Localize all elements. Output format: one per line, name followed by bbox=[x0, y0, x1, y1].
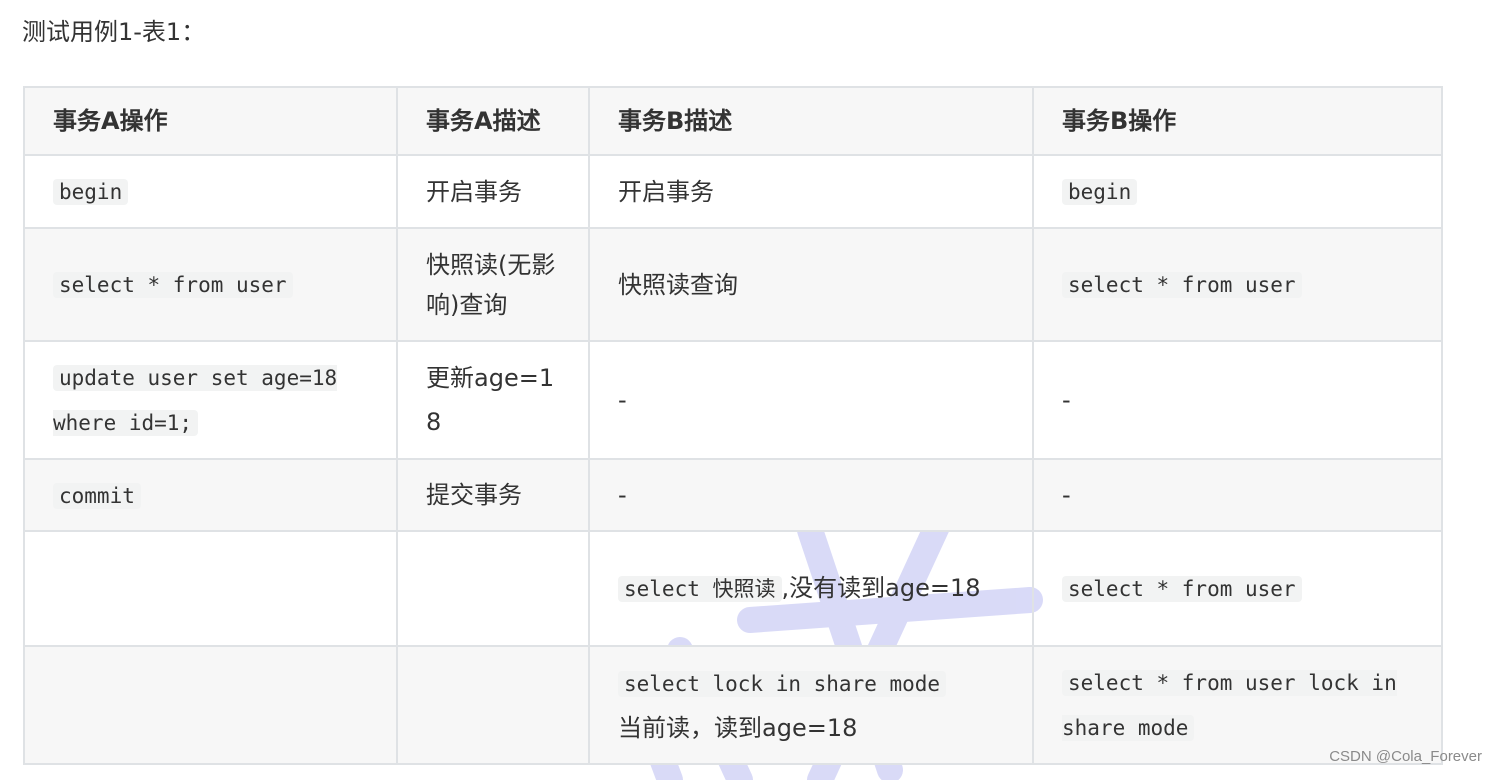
table-row: update user set age=18 where id=1; 更新age… bbox=[23, 340, 1443, 460]
cell-b-desc: - bbox=[588, 340, 1034, 460]
cell-b-desc: - bbox=[588, 458, 1034, 532]
code-a-op: commit bbox=[53, 482, 141, 509]
cell-a-desc: 提交事务 bbox=[396, 458, 590, 532]
cell-b-op: - bbox=[1032, 340, 1443, 460]
table-row: select 快照读 ,没有读到age=18 select * from user bbox=[23, 530, 1443, 647]
code-b-op: select * from user lock in share mode bbox=[1062, 670, 1397, 741]
code-b-op: begin bbox=[1062, 179, 1138, 205]
cell-b-desc: 开启事务 bbox=[588, 154, 1034, 229]
code-b-desc: select lock in share mode bbox=[618, 670, 947, 697]
cell-a-desc: 快照读(无影响)查询 bbox=[396, 227, 590, 342]
b-desc-text: ,没有读到age=18 bbox=[781, 574, 981, 602]
cell-b-desc: select 快照读 ,没有读到age=18 bbox=[588, 530, 1034, 647]
transaction-table: 事务A操作 事务A描述 事务B描述 事务B操作 begin 开启事务 开启事务 … bbox=[23, 86, 1443, 765]
cell-a-desc bbox=[396, 530, 590, 647]
code-a-op: update user set age=18 where id=1; bbox=[53, 365, 338, 436]
code-a-op: begin bbox=[53, 179, 129, 205]
cell-a-op bbox=[23, 645, 398, 765]
cell-b-desc: select lock in share mode 当前读，读到age=18 bbox=[588, 645, 1034, 765]
table-row: select lock in share mode 当前读，读到age=18 se… bbox=[23, 645, 1443, 765]
cell-a-desc: 开启事务 bbox=[396, 154, 590, 229]
table-header-row: 事务A操作 事务A描述 事务B描述 事务B操作 bbox=[23, 86, 1443, 156]
code-b-op: select * from user bbox=[1062, 272, 1302, 298]
credit-watermark: CSDN @Cola_Forever bbox=[1329, 748, 1482, 765]
header-a-op: 事务A操作 bbox=[23, 86, 398, 156]
b-desc-text: 当前读，读到age=18 bbox=[618, 713, 858, 742]
table-row: select * from user 快照读(无影响)查询 快照读查询 sele… bbox=[23, 227, 1443, 342]
table-row: commit 提交事务 - - bbox=[23, 458, 1443, 532]
code-b-op: select * from user bbox=[1062, 576, 1302, 602]
cell-a-op bbox=[23, 530, 398, 647]
cell-a-desc: 更新age=18 bbox=[396, 340, 590, 460]
cell-a-desc bbox=[396, 645, 590, 765]
header-a-desc: 事务A描述 bbox=[396, 86, 590, 156]
table-row: begin 开启事务 开启事务 begin bbox=[23, 154, 1443, 229]
table-caption: 测试用例1-表1： bbox=[22, 18, 206, 46]
cell-b-desc: 快照读查询 bbox=[588, 227, 1034, 342]
code-b-desc: select 快照读 bbox=[618, 576, 782, 602]
code-a-op: select * from user bbox=[53, 272, 293, 298]
header-b-op: 事务B操作 bbox=[1032, 86, 1443, 156]
cell-b-op: - bbox=[1032, 458, 1443, 532]
header-b-desc: 事务B描述 bbox=[588, 86, 1034, 156]
